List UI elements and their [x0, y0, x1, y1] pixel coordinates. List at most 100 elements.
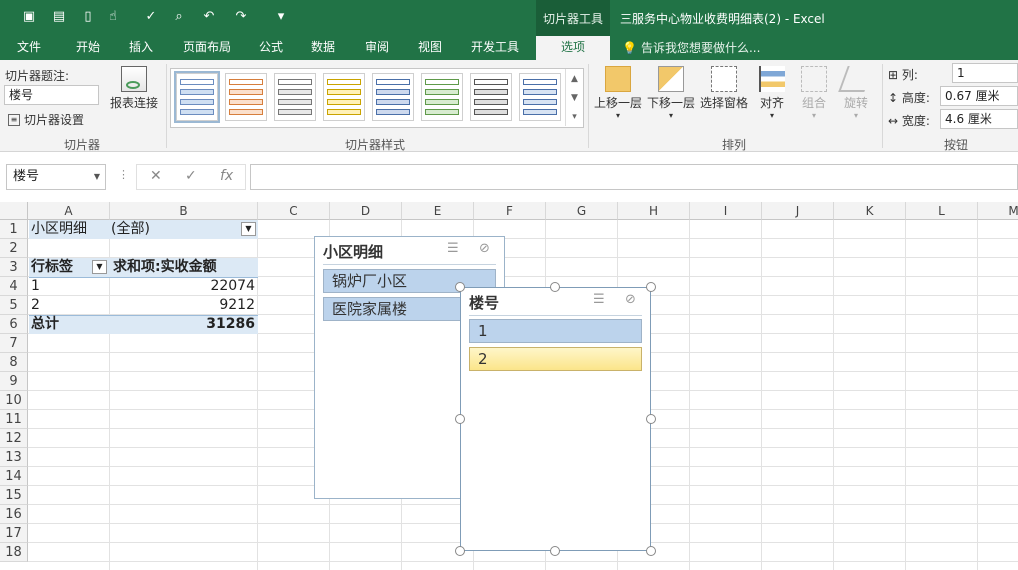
tab-6[interactable]: 审阅	[352, 36, 402, 60]
tab-7[interactable]: 视图	[404, 36, 456, 60]
gallery-scroll-down-icon[interactable]: ▼	[565, 88, 583, 107]
row-header-18[interactable]: 18	[0, 543, 28, 562]
slicer-caption-input[interactable]: 楼号	[4, 85, 99, 105]
undo-icon[interactable]: ↶	[200, 7, 218, 25]
tab-0[interactable]: 文件	[0, 36, 58, 60]
column-header-J[interactable]: J	[762, 202, 834, 220]
row-header-12[interactable]: 12	[0, 429, 28, 448]
row-header-13[interactable]: 13	[0, 448, 28, 467]
align-button[interactable]: 对齐 ▾	[752, 62, 792, 132]
resize-handle[interactable]	[455, 546, 465, 556]
save-icon[interactable]: ▣	[20, 7, 38, 25]
multi-select-icon[interactable]: ☰	[447, 241, 459, 256]
send-backward-icon	[658, 66, 684, 92]
resize-handle[interactable]	[646, 546, 656, 556]
tab-1[interactable]: 开始	[58, 36, 118, 60]
slicer-style-swatch[interactable]	[274, 73, 316, 121]
rotate-button[interactable]: 旋转 ▾	[836, 62, 876, 132]
columns-input[interactable]: 1	[952, 63, 1018, 83]
slicer-styles-gallery[interactable]: ▲ ▼ ▾	[170, 68, 584, 128]
tab-2[interactable]: 插入	[118, 36, 164, 60]
send-backward-button[interactable]: 下移一层 ▾	[645, 62, 697, 132]
column-header-G[interactable]: G	[546, 202, 618, 220]
slicer-style-swatch[interactable]	[174, 71, 220, 123]
slicer-style-swatch[interactable]	[421, 73, 463, 121]
row-header-10[interactable]: 10	[0, 391, 28, 410]
column-header-D[interactable]: D	[330, 202, 402, 220]
clear-filter-icon[interactable]: ⊘	[479, 241, 490, 256]
slicer-style-swatch[interactable]	[519, 73, 561, 121]
column-header-A[interactable]: A	[28, 202, 110, 220]
cancel-icon[interactable]: ✕	[150, 168, 162, 184]
redo-icon[interactable]: ↷	[232, 7, 250, 25]
slicer-style-swatch[interactable]	[470, 73, 512, 121]
row-header-5[interactable]: 5	[0, 296, 28, 315]
row-header-1[interactable]: 1	[0, 220, 28, 239]
report-connections-button[interactable]: 报表连接	[106, 62, 162, 132]
group-objects-button[interactable]: 组合 ▾	[794, 62, 834, 132]
resize-handle[interactable]	[646, 282, 656, 292]
column-header-L[interactable]: L	[906, 202, 978, 220]
tell-me-search[interactable]: 💡 告诉我您想要做什么...	[622, 36, 760, 60]
bring-forward-button[interactable]: 上移一层 ▾	[592, 62, 644, 132]
row-header-11[interactable]: 11	[0, 410, 28, 429]
new-icon[interactable]: ▯	[79, 7, 97, 25]
clear-filter-icon[interactable]: ⊘	[625, 292, 636, 307]
width-input[interactable]: 4.6 厘米	[940, 109, 1018, 129]
column-header-C[interactable]: C	[258, 202, 330, 220]
enter-icon[interactable]: ✓	[185, 168, 197, 184]
slicer-settings-button[interactable]: ≡ 切片器设置	[8, 111, 84, 128]
slicer-style-swatch[interactable]	[372, 73, 414, 121]
row-header-4[interactable]: 4	[0, 277, 28, 296]
row-header-6[interactable]: 6	[0, 315, 28, 334]
slicer-building[interactable]: 楼号 ☰ ⊘ 1 2	[460, 287, 651, 551]
multi-select-icon[interactable]: ☰	[593, 292, 605, 307]
slicer-item[interactable]: 1	[469, 319, 642, 343]
formula-input[interactable]	[250, 164, 1018, 190]
column-header-M[interactable]: M	[978, 202, 1018, 220]
tab-8[interactable]: 开发工具	[458, 36, 532, 60]
row-header-2[interactable]: 2	[0, 239, 28, 258]
resize-handle[interactable]	[646, 414, 656, 424]
column-header-E[interactable]: E	[402, 202, 474, 220]
tab-3[interactable]: 页面布局	[170, 36, 244, 60]
row-header-9[interactable]: 9	[0, 372, 28, 391]
height-input[interactable]: 0.67 厘米	[940, 86, 1018, 106]
spell-check-icon[interactable]: ✓	[142, 7, 160, 25]
row-header-14[interactable]: 14	[0, 467, 28, 486]
resize-handle[interactable]	[550, 282, 560, 292]
tab-5[interactable]: 数据	[300, 36, 346, 60]
select-all-corner[interactable]	[0, 202, 28, 220]
pivot-filter-dropdown-icon[interactable]: ▼	[241, 222, 256, 236]
gallery-scroll-up-icon[interactable]: ▲	[565, 69, 583, 88]
gallery-more-icon[interactable]: ▾	[565, 107, 583, 126]
column-header-B[interactable]: B	[110, 202, 258, 220]
selection-pane-button[interactable]: 选择窗格	[698, 62, 750, 132]
name-box-dropdown-icon[interactable]: ▼	[94, 165, 100, 189]
row-header-3[interactable]: 3	[0, 258, 28, 277]
column-header-F[interactable]: F	[474, 202, 546, 220]
resize-handle[interactable]	[455, 282, 465, 292]
insert-function-icon[interactable]: fx	[220, 168, 233, 184]
slicer-style-swatch[interactable]	[225, 73, 267, 121]
column-header-I[interactable]: I	[690, 202, 762, 220]
row-header-15[interactable]: 15	[0, 486, 28, 505]
slicer-item[interactable]: 2	[469, 347, 642, 371]
row-header-17[interactable]: 17	[0, 524, 28, 543]
name-box[interactable]: 楼号 ▼	[6, 164, 106, 190]
row-label-filter-icon[interactable]: ▼	[92, 260, 107, 274]
row-header-7[interactable]: 7	[0, 334, 28, 353]
tab-9[interactable]: 选项	[536, 36, 610, 60]
open-icon[interactable]: ▤	[50, 7, 68, 25]
touch-icon[interactable]: ☝	[104, 7, 122, 25]
column-header-H[interactable]: H	[618, 202, 690, 220]
slicer-style-swatch[interactable]	[323, 73, 365, 121]
column-header-K[interactable]: K	[834, 202, 906, 220]
customize-qat-icon[interactable]: ▾	[272, 7, 290, 25]
row-header-16[interactable]: 16	[0, 505, 28, 524]
print-preview-icon[interactable]: ⌕	[170, 7, 188, 25]
resize-handle[interactable]	[550, 546, 560, 556]
resize-handle[interactable]	[455, 414, 465, 424]
tab-4[interactable]: 公式	[246, 36, 296, 60]
row-header-8[interactable]: 8	[0, 353, 28, 372]
